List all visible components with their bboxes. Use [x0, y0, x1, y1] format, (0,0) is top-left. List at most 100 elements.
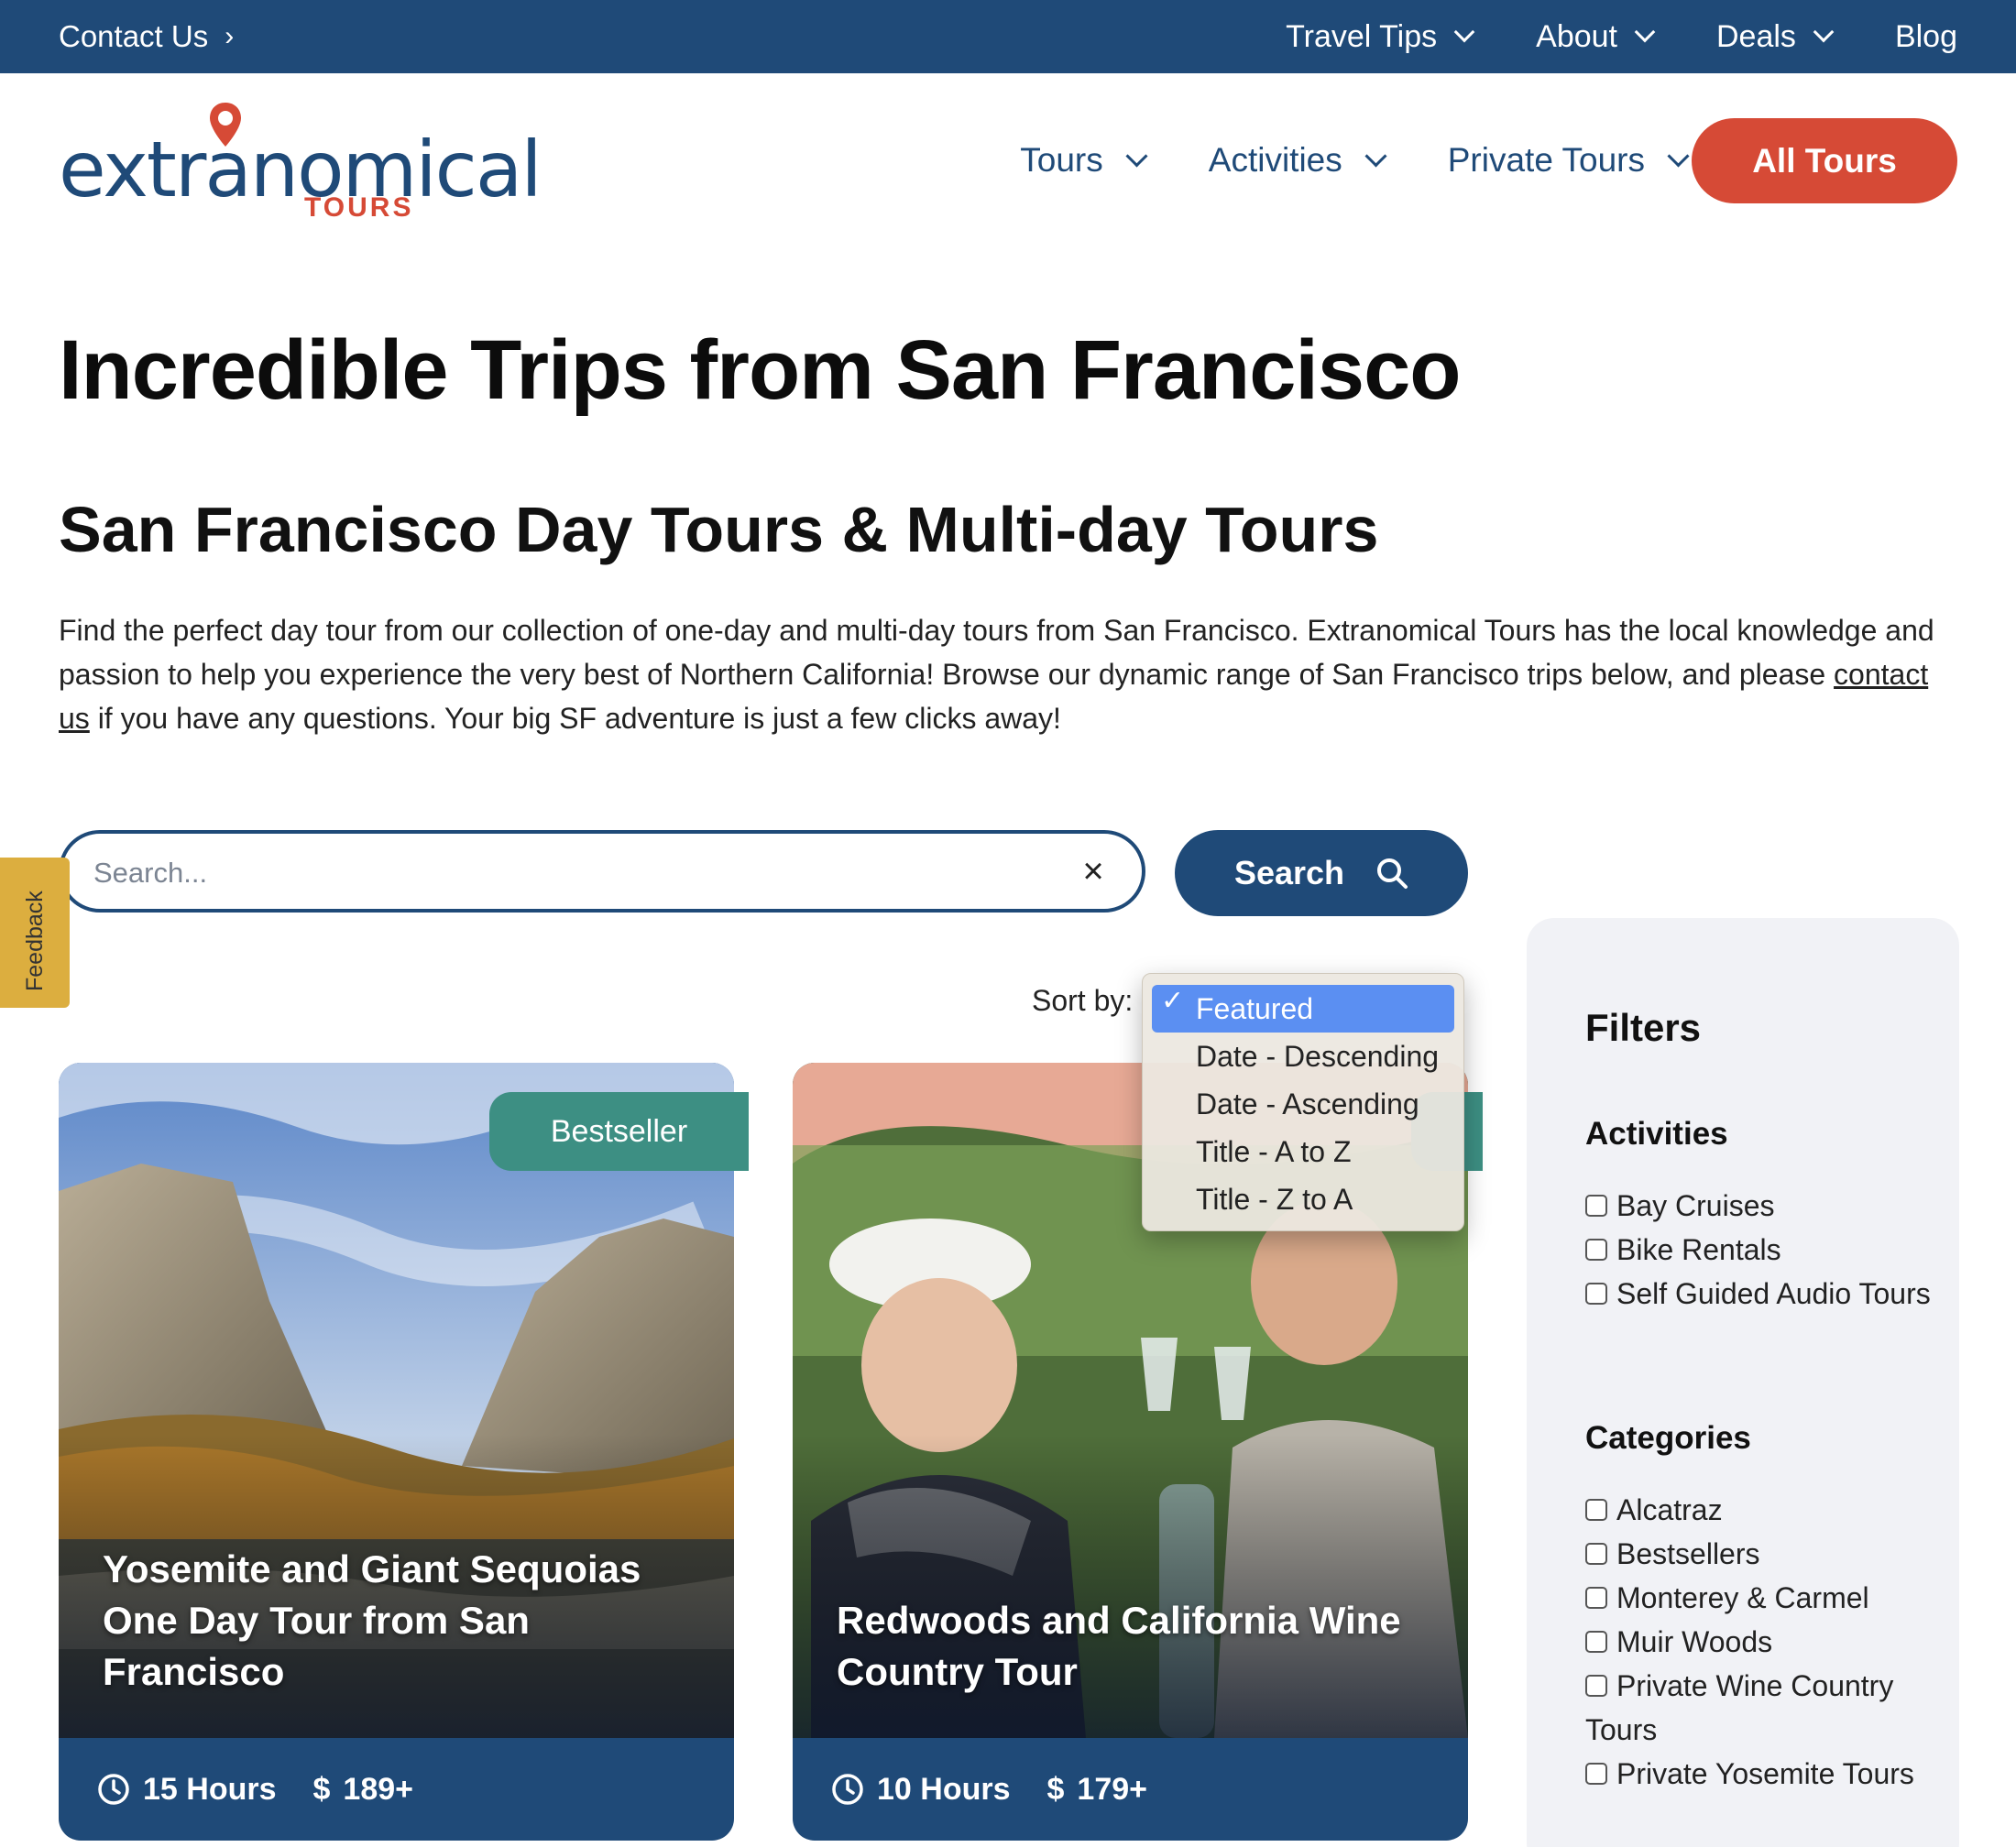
chevron-down-icon: [1634, 21, 1656, 43]
tour-duration: 15 Hours: [97, 1772, 277, 1808]
filter-item[interactable]: Bestsellers: [1585, 1532, 1934, 1576]
sort-option-date-ascending[interactable]: Date - Ascending: [1152, 1080, 1454, 1128]
filter-item[interactable]: Alcatraz: [1585, 1488, 1934, 1532]
main-nav: Tours Activities Private Tours: [1020, 128, 1690, 192]
filter-item[interactable]: Private Wine Country Tours: [1585, 1664, 1934, 1752]
top-nav-label: Blog: [1894, 18, 1957, 54]
filter-item[interactable]: Bay Cruises: [1585, 1184, 1934, 1228]
checkbox[interactable]: [1585, 1675, 1607, 1697]
main-nav-label: Private Tours: [1447, 141, 1645, 179]
sort-label: Sort by:: [1032, 984, 1134, 1017]
intro-paragraph: Find the perfect day tour from our colle…: [59, 608, 1965, 740]
tour-info-bar: 10 Hours $ 179+: [793, 1738, 1468, 1841]
contact-us-link[interactable]: Contact Us ›: [59, 0, 234, 73]
tour-price-label: 189+: [343, 1771, 414, 1807]
main-nav-tours[interactable]: Tours: [1020, 141, 1148, 180]
sort-option-label: Title - A to Z: [1196, 1134, 1352, 1168]
checkbox[interactable]: [1585, 1283, 1607, 1305]
filter-label: Alcatraz: [1616, 1493, 1723, 1526]
filter-list-activities: Bay Cruises Bike Rentals Self Guided Aud…: [1585, 1184, 1934, 1316]
filter-item[interactable]: Private Yosemite Tours: [1585, 1752, 1934, 1796]
filter-item[interactable]: Monterey & Carmel: [1585, 1576, 1934, 1620]
chevron-down-icon: [1125, 144, 1148, 168]
page-title: Incredible Trips from San Francisco: [59, 323, 1461, 417]
checkbox[interactable]: [1585, 1587, 1607, 1609]
tour-title: Redwoods and California Wine Country Tou…: [837, 1599, 1401, 1693]
chevron-right-icon: ›: [225, 21, 235, 51]
tour-duration: 10 Hours: [831, 1772, 1011, 1808]
tour-title: Yosemite and Giant Sequoias One Day Tour…: [103, 1547, 641, 1693]
sort-option-label: Date - Descending: [1196, 1039, 1440, 1073]
search-button[interactable]: Search: [1175, 830, 1468, 916]
search-input[interactable]: [93, 850, 1056, 896]
filter-label: Bestsellers: [1616, 1537, 1760, 1570]
search-button-label: Search: [1233, 854, 1345, 891]
top-nav-deals[interactable]: Deals: [1716, 18, 1835, 55]
filter-label: Private Wine Country Tours: [1585, 1669, 1894, 1746]
all-tours-button[interactable]: All Tours: [1692, 118, 1957, 203]
filter-list-categories: Alcatraz Bestsellers Monterey & Carmel M…: [1585, 1488, 1934, 1796]
top-nav-label: Travel Tips: [1286, 18, 1438, 54]
filter-group-activities-heading: Activities: [1585, 1116, 1728, 1152]
chevron-down-icon: [1813, 21, 1835, 43]
site-logo[interactable]: extranomical TOURS: [59, 101, 542, 229]
filter-item[interactable]: Muir Woods: [1585, 1620, 1934, 1664]
dollar-icon: $: [1046, 1771, 1065, 1807]
main-nav-activities[interactable]: Activities: [1208, 141, 1387, 180]
clock-icon: [98, 1774, 129, 1805]
tour-info-bar: 15 Hours $ 189+: [59, 1738, 734, 1841]
checkbox[interactable]: [1585, 1499, 1607, 1521]
search-icon: [1377, 858, 1408, 889]
chevron-down-icon: [1667, 144, 1690, 168]
filter-label: Muir Woods: [1616, 1625, 1773, 1658]
checkbox[interactable]: [1585, 1195, 1607, 1217]
sort-option-featured[interactable]: ✓ Featured: [1152, 985, 1454, 1033]
chevron-down-icon: [1453, 21, 1475, 43]
page-subtitle: San Francisco Day Tours & Multi-day Tour…: [59, 494, 1379, 565]
main-nav-label: Activities: [1208, 141, 1342, 179]
top-nav-about[interactable]: About: [1536, 18, 1656, 55]
top-nav-label: Deals: [1716, 18, 1796, 54]
top-utility-bar: Contact Us › Travel Tips About Deals Blo…: [0, 0, 2016, 73]
search-box: ×: [59, 830, 1145, 913]
top-nav-label: About: [1536, 18, 1617, 54]
filters-heading: Filters: [1585, 1006, 1702, 1049]
sort-option-date-descending[interactable]: Date - Descending: [1152, 1033, 1454, 1080]
sort-option-title-a-z[interactable]: Title - A to Z: [1152, 1128, 1454, 1175]
sort-option-label: Date - Ascending: [1196, 1087, 1419, 1120]
tour-duration-label: 15 Hours: [143, 1771, 277, 1807]
sort-option-label: Title - Z to A: [1196, 1182, 1353, 1216]
logo-subtitle: TOURS: [304, 192, 414, 223]
logo-wordmark: extranomical: [59, 125, 542, 214]
main-nav-label: Tours: [1020, 141, 1103, 179]
filter-label: Monterey & Carmel: [1616, 1581, 1869, 1614]
tour-price: $ 189+: [313, 1772, 414, 1808]
checkbox[interactable]: [1585, 1631, 1607, 1653]
top-nav-blog[interactable]: Blog: [1895, 19, 1957, 55]
checkbox[interactable]: [1585, 1239, 1607, 1261]
filters-panel: Filters Activities Bay Cruises Bike Rent…: [1527, 918, 1959, 1847]
tour-price: $ 179+: [1047, 1772, 1148, 1808]
clock-icon: [832, 1774, 863, 1805]
filter-item[interactable]: Bike Rentals: [1585, 1228, 1934, 1272]
intro-text: Find the perfect day tour from our colle…: [59, 614, 1934, 691]
tour-duration-label: 10 Hours: [877, 1771, 1011, 1807]
filter-group-categories-heading: Categories: [1585, 1420, 1751, 1456]
sort-option-title-z-a[interactable]: Title - Z to A: [1152, 1175, 1454, 1223]
contact-us-label: Contact Us: [59, 19, 209, 53]
top-nav-travel-tips[interactable]: Travel Tips: [1286, 18, 1475, 55]
checkbox[interactable]: [1585, 1763, 1607, 1785]
sort-option-label: Featured: [1196, 991, 1314, 1025]
filter-label: Bike Rentals: [1616, 1233, 1781, 1266]
main-nav-private-tours[interactable]: Private Tours: [1447, 141, 1690, 180]
sort-dropdown-menu: ✓ Featured Date - Descending Date - Ascen…: [1142, 973, 1464, 1231]
feedback-label: Feedback: [22, 891, 48, 991]
tour-card[interactable]: Yosemite and Giant Sequoias One Day Tour…: [59, 1063, 734, 1841]
filter-label: Self Guided Audio Tours: [1616, 1277, 1931, 1310]
filter-item[interactable]: Self Guided Audio Tours: [1585, 1272, 1934, 1316]
checkbox[interactable]: [1585, 1543, 1607, 1565]
top-nav: Travel Tips About Deals Blog: [1286, 0, 1957, 73]
clear-search-icon[interactable]: ×: [1070, 848, 1116, 894]
checkmark-icon: ✓: [1161, 986, 1185, 1016]
feedback-tab[interactable]: Feedback: [0, 858, 70, 1008]
